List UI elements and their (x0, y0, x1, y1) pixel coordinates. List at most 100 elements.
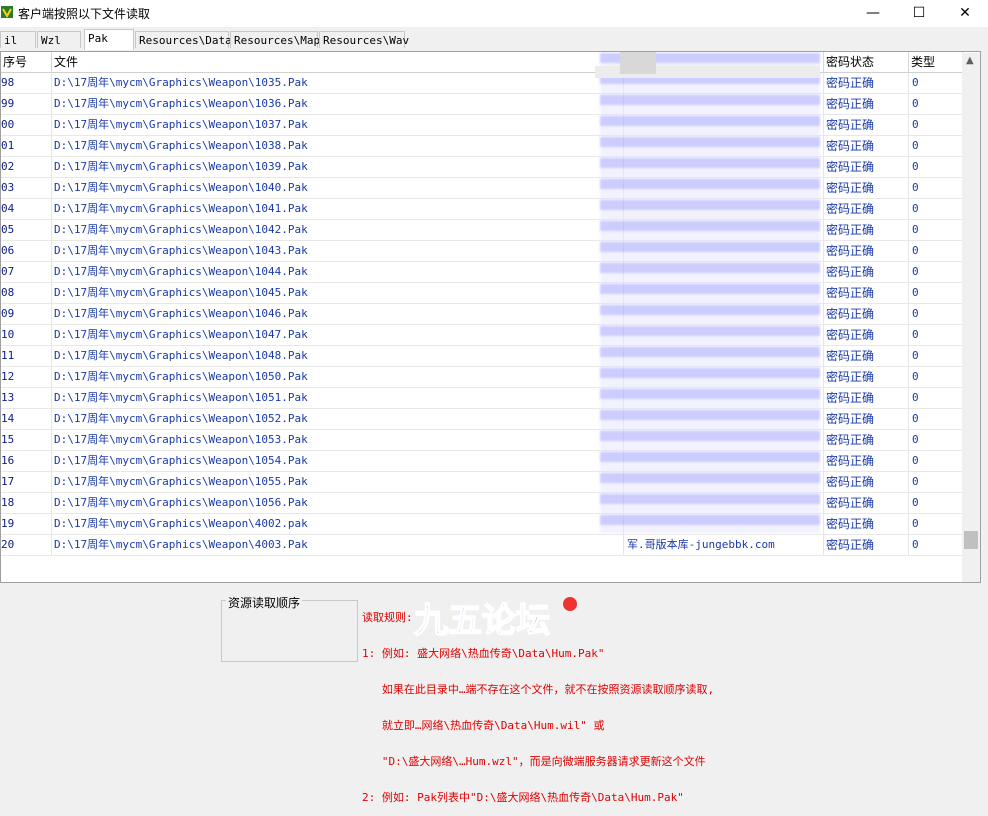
row-status: 密码正确 (824, 409, 909, 429)
file-list[interactable]: 序号 文件 密码状态 类型 98 D:\17周年\mycm\Graphics\We… (0, 51, 981, 583)
column-header-type[interactable]: 类型 (909, 52, 963, 73)
row-source: 军.哥版本库-jungebbk.com (624, 535, 824, 555)
row-file: D:\17周年\mycm\Graphics\Weapon\1036.Pak (52, 94, 624, 114)
row-type: 0 (909, 94, 963, 114)
row-status: 密码正确 (824, 325, 909, 345)
row-number: 00 (1, 115, 52, 135)
row-type: 0 (909, 157, 963, 177)
row-type: 0 (909, 346, 963, 366)
row-number: 17 (1, 472, 52, 492)
tab-resources-map[interactable]: Resources\Map (230, 31, 320, 48)
row-number: 06 (1, 241, 52, 261)
table-row[interactable]: 20 D:\17周年\mycm\Graphics\Weapon\4003.Pak 军… (1, 535, 963, 556)
row-status: 密码正确 (824, 493, 909, 513)
row-number: 05 (1, 220, 52, 240)
row-type: 0 (909, 535, 963, 555)
redacted-column-blur (600, 53, 820, 533)
row-status: 密码正确 (824, 241, 909, 261)
row-file: D:\17周年\mycm\Graphics\Weapon\1050.Pak (52, 367, 624, 387)
row-type: 0 (909, 136, 963, 156)
row-file: D:\17周年\mycm\Graphics\Weapon\1044.Pak (52, 262, 624, 282)
row-file: D:\17周年\mycm\Graphics\Weapon\4003.Pak (52, 535, 624, 555)
row-status: 密码正确 (824, 472, 909, 492)
row-number: 19 (1, 514, 52, 534)
row-file: D:\17周年\mycm\Graphics\Weapon\1048.Pak (52, 346, 624, 366)
tab-wzl[interactable]: Wzl (37, 31, 81, 48)
row-number: 03 (1, 178, 52, 198)
row-type: 0 (909, 304, 963, 324)
row-type: 0 (909, 388, 963, 408)
row-status: 密码正确 (824, 220, 909, 240)
column-header-file[interactable]: 文件 (52, 52, 624, 73)
row-status: 密码正确 (824, 73, 909, 93)
row-file: D:\17周年\mycm\Graphics\Weapon\1039.Pak (52, 157, 624, 177)
row-file: D:\17周年\mycm\Graphics\Weapon\1056.Pak (52, 493, 624, 513)
row-file: D:\17周年\mycm\Graphics\Weapon\4002.pak (52, 514, 624, 534)
row-number: 18 (1, 493, 52, 513)
column-header-status[interactable]: 密码状态 (824, 52, 909, 73)
row-type: 0 (909, 472, 963, 492)
row-status: 密码正确 (824, 304, 909, 324)
tab-resources-wav[interactable]: Resources\Wav (319, 31, 409, 48)
row-number: 04 (1, 199, 52, 219)
column-header-num[interactable]: 序号 (1, 52, 52, 73)
row-status: 密码正确 (824, 115, 909, 135)
row-number: 98 (1, 73, 52, 93)
row-number: 09 (1, 304, 52, 324)
row-file: D:\17周年\mycm\Graphics\Weapon\1038.Pak (52, 136, 624, 156)
row-status: 密码正确 (824, 514, 909, 534)
row-status: 密码正确 (824, 178, 909, 198)
row-type: 0 (909, 367, 963, 387)
row-file: D:\17周年\mycm\Graphics\Weapon\1041.Pak (52, 199, 624, 219)
tab-strip: il Wzl Pak Resources\Data Resources\Map … (0, 29, 988, 50)
row-status: 密码正确 (824, 136, 909, 156)
row-number: 08 (1, 283, 52, 303)
vertical-scrollbar[interactable]: ▲ (962, 53, 980, 582)
row-status: 密码正确 (824, 94, 909, 114)
watermark-logo: 九五论坛 (413, 597, 577, 642)
row-file: D:\17周年\mycm\Graphics\Weapon\1053.Pak (52, 430, 624, 450)
row-type: 0 (909, 115, 963, 135)
row-status: 密码正确 (824, 262, 909, 282)
row-type: 0 (909, 199, 963, 219)
row-type: 0 (909, 325, 963, 345)
row-status: 密码正确 (824, 367, 909, 387)
rules-line: 就立即…网络\热血传奇\Data\Hum.wil" 或 (362, 719, 605, 732)
tab-pak[interactable]: Pak (84, 29, 134, 50)
row-file: D:\17周年\mycm\Graphics\Weapon\1035.Pak (52, 73, 624, 93)
row-file: D:\17周年\mycm\Graphics\Weapon\1051.Pak (52, 388, 624, 408)
rules-line: 如果在此目录中…端不存在这个文件，就不在按照资源读取顺序读取, (362, 683, 715, 696)
row-type: 0 (909, 283, 963, 303)
row-file: D:\17周年\mycm\Graphics\Weapon\1047.Pak (52, 325, 624, 345)
tab-wil[interactable]: il (0, 31, 36, 48)
row-type: 0 (909, 430, 963, 450)
vertical-scroll-thumb[interactable] (964, 531, 978, 549)
window-title: 客户端按照以下文件读取 (18, 7, 151, 21)
row-file: D:\17周年\mycm\Graphics\Weapon\1040.Pak (52, 178, 624, 198)
row-status: 密码正确 (824, 451, 909, 471)
row-file: D:\17周年\mycm\Graphics\Weapon\1037.Pak (52, 115, 624, 135)
close-button[interactable]: ✕ (942, 0, 988, 27)
row-number: 20 (1, 535, 52, 555)
row-file: D:\17周年\mycm\Graphics\Weapon\1046.Pak (52, 304, 624, 324)
row-number: 07 (1, 262, 52, 282)
resource-order-title: 资源读取顺序 (226, 594, 303, 611)
row-number: 11 (1, 346, 52, 366)
tab-resources-data[interactable]: Resources\Data (135, 31, 232, 48)
row-number: 16 (1, 451, 52, 471)
row-file: D:\17周年\mycm\Graphics\Weapon\1055.Pak (52, 472, 624, 492)
row-status: 密码正确 (824, 430, 909, 450)
row-type: 0 (909, 493, 963, 513)
app-icon (1, 6, 13, 19)
watermark-text: 九五论坛 (414, 601, 550, 641)
watermark-badge-icon (563, 597, 577, 611)
row-status: 密码正确 (824, 283, 909, 303)
scroll-up-icon[interactable]: ▲ (966, 55, 974, 66)
row-file: D:\17周年\mycm\Graphics\Weapon\1045.Pak (52, 283, 624, 303)
row-status: 密码正确 (824, 157, 909, 177)
row-status: 密码正确 (824, 199, 909, 219)
row-file: D:\17周年\mycm\Graphics\Weapon\1054.Pak (52, 451, 624, 471)
minimize-button[interactable]: — (850, 0, 896, 27)
rules-line: 2: 例如: Pak列表中"D:\盛大网络\热血传奇\Data\Hum.Pak" (362, 791, 684, 804)
maximize-button[interactable]: ☐ (896, 0, 942, 27)
